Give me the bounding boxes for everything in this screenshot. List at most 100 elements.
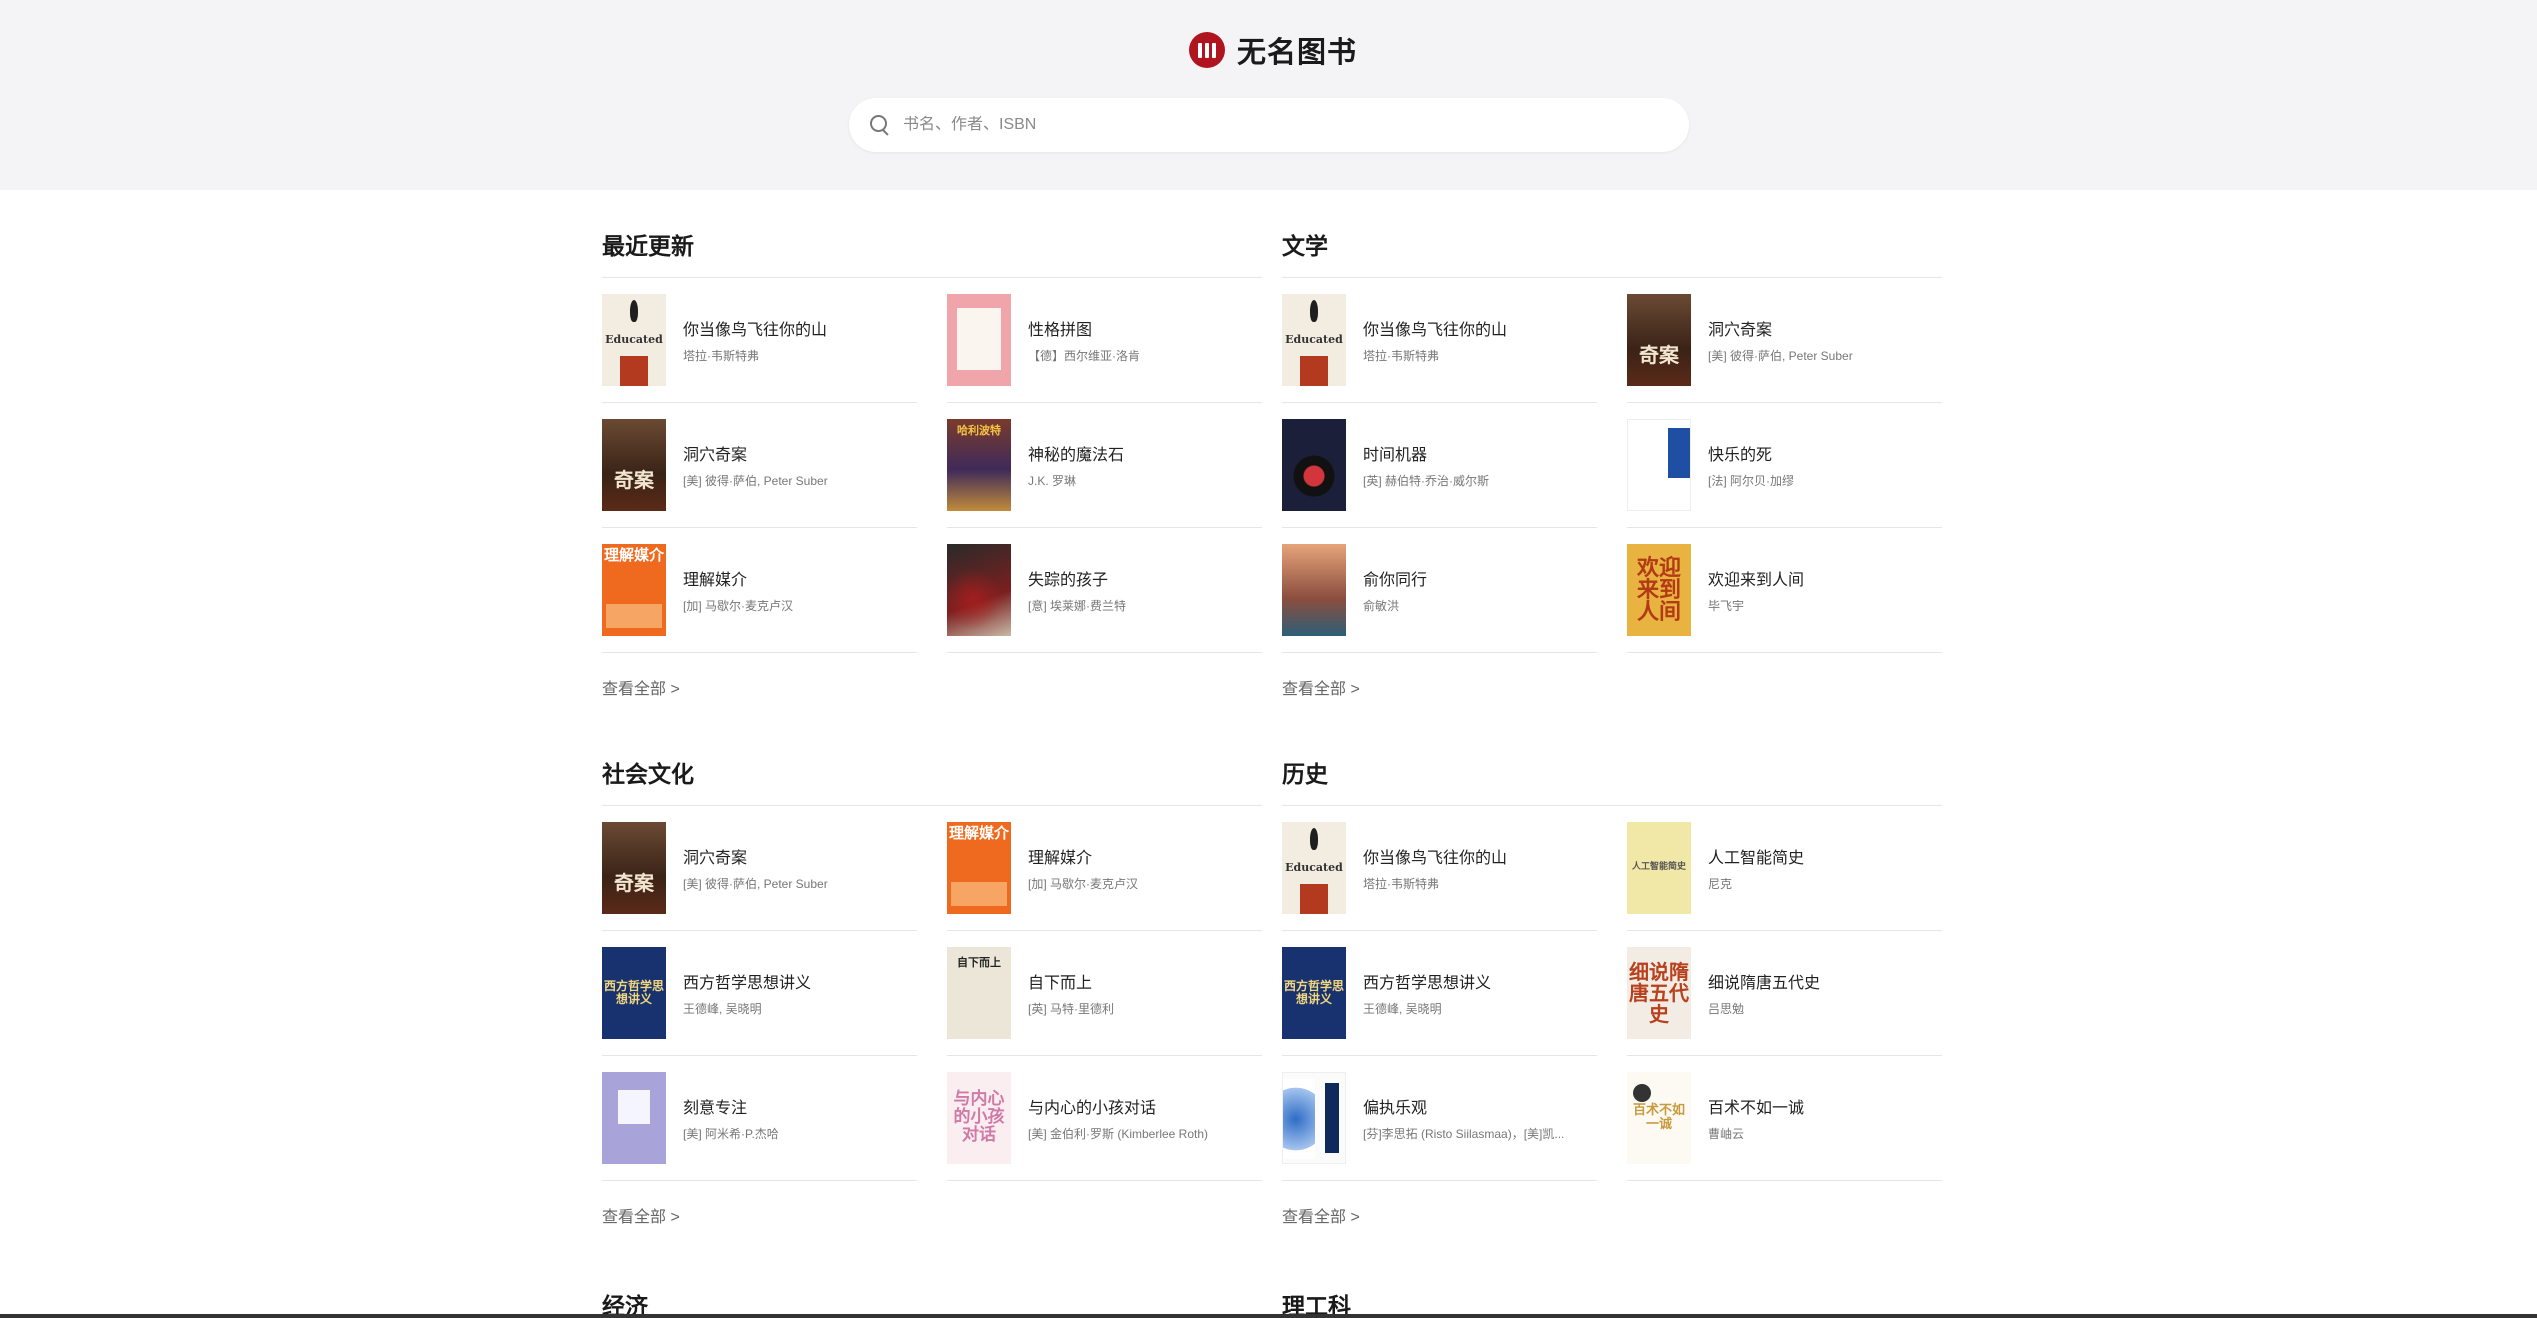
book-cover[interactable]: Educated <box>602 294 666 386</box>
book-author: 塔拉·韦斯特弗 <box>683 349 759 363</box>
book-author: [加] 马歇尔·麦克卢汉 <box>683 599 793 613</box>
book-cover[interactable]: 百术不如一诚 <box>1627 1072 1691 1164</box>
book-item[interactable]: Educated 你当像鸟飞往你的山塔拉·韦斯特弗 <box>1282 806 1597 931</box>
book-cover[interactable]: 人工智能简史 <box>1627 822 1691 914</box>
book-cover[interactable]: 奇案 <box>602 822 666 914</box>
book-title[interactable]: 失踪的孩子 <box>1028 566 1126 590</box>
book-title[interactable]: 快乐的死 <box>1708 441 1794 465</box>
book-cover[interactable] <box>947 294 1011 386</box>
book-cover[interactable]: Educated <box>1282 822 1346 914</box>
book-cover[interactable] <box>1282 419 1346 511</box>
book-cover[interactable]: 理解媒介 <box>947 822 1011 914</box>
book-cover[interactable]: 欢迎来到人间 <box>1627 544 1691 636</box>
book-title[interactable]: 洞穴奇案 <box>683 441 828 465</box>
book-item[interactable]: 百术不如一诚 百术不如一诚 曹岫云 <box>1627 1056 1942 1181</box>
book-cover[interactable] <box>1282 1072 1346 1164</box>
book-item[interactable]: 欢迎来到人间 欢迎来到人间毕飞宇 <box>1627 528 1942 653</box>
book-title[interactable]: 细说隋唐五代史 <box>1708 969 1820 993</box>
book-item[interactable]: 理解媒介 理解媒介 [加] 马歇尔·麦克卢汉 <box>947 806 1262 931</box>
book-title[interactable]: 神秘的魔法石 <box>1028 441 1124 465</box>
book-title[interactable]: 理解媒介 <box>683 566 793 590</box>
book-cover[interactable]: Educated <box>1282 294 1346 386</box>
book-author: [美] 彼得·萨伯, Peter Suber <box>683 474 828 488</box>
book-title[interactable]: 人工智能简史 <box>1708 844 1804 868</box>
book-item[interactable]: 偏执乐观 [芬]李思拓 (Risto Siilasmaa)，[美]凯... <box>1282 1056 1597 1181</box>
book-item[interactable]: 与内心的小孩对话 与内心的小孩对话 [美] 金伯利·罗斯 (Kimberlee R… <box>947 1056 1262 1181</box>
book-title[interactable]: 时间机器 <box>1363 441 1489 465</box>
book-item[interactable]: 人工智能简史 人工智能简史 尼克 <box>1627 806 1942 931</box>
book-title[interactable]: 性格拼图 <box>1028 316 1140 340</box>
search-bar[interactable] <box>849 98 1689 152</box>
book-item[interactable]: 细说隋唐五代史 细说隋唐五代史 吕思勉 <box>1627 931 1942 1056</box>
book-item[interactable]: 性格拼图 【德】西尔维亚·洛肯 <box>947 278 1262 403</box>
book-item[interactable]: Educated 你当像鸟飞往你的山 塔拉·韦斯特弗 <box>1282 278 1597 403</box>
book-cover[interactable]: 奇案 <box>602 419 666 511</box>
book-item[interactable]: 刻意专注 [美] 阿米希·P.杰哈 <box>602 1056 917 1181</box>
brand[interactable]: 无名图书 <box>1189 30 1357 70</box>
book-item[interactable]: 快乐的死 [法] 阿尔贝·加缪 <box>1627 403 1942 528</box>
book-title[interactable]: 西方哲学思想讲义 <box>683 969 811 993</box>
section-title[interactable]: 文学 <box>1282 230 1942 264</box>
book-title[interactable]: 欢迎来到人间 <box>1708 566 1804 590</box>
view-all-link[interactable]: 查看全部 > <box>602 1203 680 1227</box>
book-item[interactable]: 西方哲学思想讲义 西方哲学思想讲义 王德峰, 吴晓明 <box>602 931 917 1056</box>
book-item[interactable]: 西方哲学思想讲义 西方哲学思想讲义王德峰, 吴晓明 <box>1282 931 1597 1056</box>
book-item[interactable]: 理解媒介 理解媒介 [加] 马歇尔·麦克卢汉 <box>602 528 917 653</box>
book-cover[interactable] <box>1627 419 1691 511</box>
book-cover[interactable]: 理解媒介 <box>602 544 666 636</box>
book-cover[interactable] <box>602 1072 666 1164</box>
book-cover[interactable]: 哈利波特 <box>947 419 1011 511</box>
book-title[interactable]: 洞穴奇案 <box>1708 316 1853 340</box>
book-item[interactable]: 自下而上 自下而上 [英] 马特·里德利 <box>947 931 1262 1056</box>
book-grid: 奇案 洞穴奇案 [美] 彼得·萨伯, Peter Suber 理解媒介 理解媒介 [… <box>602 806 1262 1181</box>
book-author: [英] 马特·里德利 <box>1028 1002 1114 1016</box>
book-item[interactable]: 奇案 洞穴奇案 [美] 彼得·萨伯, Peter Suber <box>1627 278 1942 403</box>
book-title[interactable]: 与内心的小孩对话 <box>1028 1094 1208 1118</box>
book-item[interactable]: 俞你同行 俞敏洪 <box>1282 528 1597 653</box>
view-all-link[interactable]: 查看全部 > <box>1282 675 1360 699</box>
bottom-edge <box>0 1314 2537 1318</box>
book-grid: Educated 你当像鸟飞往你的山塔拉·韦斯特弗 性格拼图 【德】西尔维亚·洛肯… <box>602 278 1262 653</box>
book-title[interactable]: 俞你同行 <box>1363 566 1427 590</box>
book-author: 毕飞宇 <box>1708 599 1745 613</box>
book-author: 塔拉·韦斯特弗 <box>1363 877 1439 891</box>
book-title[interactable]: 刻意专注 <box>683 1094 779 1118</box>
book-item[interactable]: 时间机器 [英] 赫伯特·乔治·威尔斯 <box>1282 403 1597 528</box>
book-title[interactable]: 洞穴奇案 <box>683 844 828 868</box>
book-item[interactable]: 奇案 洞穴奇案 [美] 彼得·萨伯, Peter Suber <box>602 403 917 528</box>
book-title[interactable]: 你当像鸟飞往你的山 <box>683 316 827 340</box>
section-society-culture: 社会文化 奇案 洞穴奇案 [美] 彼得·萨伯, Peter Suber 理解媒介 … <box>602 758 1262 1227</box>
section-title[interactable]: 社会文化 <box>602 758 1262 792</box>
section-title[interactable]: 最近更新 <box>602 230 1262 264</box>
book-title[interactable]: 你当像鸟飞往你的山 <box>1363 844 1507 868</box>
book-author: 俞敏洪 <box>1363 599 1400 613</box>
section-literature: 文学 Educated 你当像鸟飞往你的山 塔拉·韦斯特弗 奇案 洞穴奇案 [美] … <box>1282 230 1942 699</box>
book-title[interactable]: 百术不如一诚 <box>1708 1094 1804 1118</box>
view-all-link[interactable]: 查看全部 > <box>1282 1203 1360 1227</box>
book-title[interactable]: 自下而上 <box>1028 969 1114 993</box>
book-cover[interactable]: 西方哲学思想讲义 <box>1282 947 1346 1039</box>
view-all-link[interactable]: 查看全部 > <box>602 675 680 699</box>
book-author: [美] 阿米希·P.杰哈 <box>683 1127 779 1141</box>
book-title[interactable]: 西方哲学思想讲义 <box>1363 969 1491 993</box>
book-title[interactable]: 理解媒介 <box>1028 844 1138 868</box>
header: 无名图书 <box>0 0 2537 190</box>
book-title[interactable]: 偏执乐观 <box>1363 1094 1564 1118</box>
book-author: 王德峰, 吴晓明 <box>1363 1002 1442 1016</box>
book-item[interactable]: 哈利波特 神秘的魔法石 J.K. 罗琳 <box>947 403 1262 528</box>
site-title: 无名图书 <box>1237 35 1358 69</box>
book-cover[interactable]: 细说隋唐五代史 <box>1627 947 1691 1039</box>
book-cover[interactable] <box>1282 544 1346 636</box>
book-cover[interactable] <box>947 544 1011 636</box>
book-item[interactable]: Educated 你当像鸟飞往你的山塔拉·韦斯特弗 <box>602 278 917 403</box>
search-input[interactable] <box>903 116 1663 134</box>
book-author: [法] 阿尔贝·加缪 <box>1708 474 1794 488</box>
section-title[interactable]: 历史 <box>1282 758 1942 792</box>
book-item[interactable]: 失踪的孩子 [意] 埃莱娜·费兰特 <box>947 528 1262 653</box>
book-cover[interactable]: 奇案 <box>1627 294 1691 386</box>
book-title[interactable]: 你当像鸟飞往你的山 <box>1363 316 1507 340</box>
book-item[interactable]: 奇案 洞穴奇案 [美] 彼得·萨伯, Peter Suber <box>602 806 917 931</box>
book-cover[interactable]: 西方哲学思想讲义 <box>602 947 666 1039</box>
book-cover[interactable]: 与内心的小孩对话 <box>947 1072 1011 1164</box>
book-cover[interactable]: 自下而上 <box>947 947 1011 1039</box>
